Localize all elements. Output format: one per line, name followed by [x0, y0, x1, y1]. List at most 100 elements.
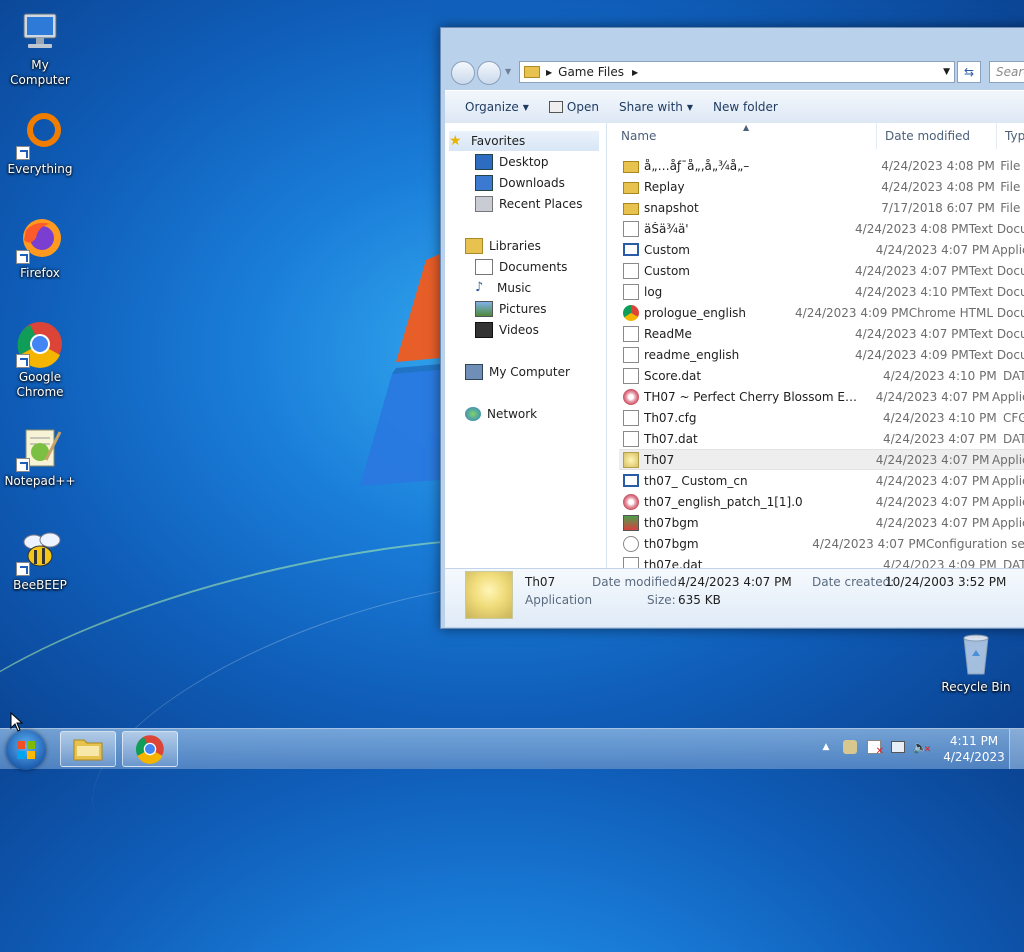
desktop-icon-firefox[interactable]: Firefox	[0, 216, 80, 281]
file-type: Text Document	[968, 347, 1024, 362]
file-row[interactable]: prologue_english 4/24/2023 4:09 PM Chrome …	[619, 302, 1024, 323]
action-center-icon[interactable]: ✕	[864, 735, 884, 759]
file-row[interactable]: Score.dat 4/24/2023 4:10 PM DAT File	[619, 365, 1024, 386]
file-name: Th07	[644, 452, 675, 467]
back-button[interactable]	[451, 61, 475, 85]
taskbar-chrome-button[interactable]	[122, 731, 178, 767]
nav-my-computer[interactable]: My Computer	[465, 362, 570, 382]
folder-icon	[73, 739, 103, 761]
details-size-label: Size:	[647, 593, 676, 607]
app-window-icon	[623, 474, 639, 487]
desktop-icon-notepad-plus-plus[interactable]: Notepad++	[0, 424, 80, 489]
file-date-modified: 4/24/2023 4:09 PM	[883, 557, 997, 569]
settings-file-icon	[623, 535, 639, 552]
desktop-icon-everything[interactable]: Everything	[0, 112, 80, 177]
taskbar-clock[interactable]: 4:11 PM 4/24/2023	[940, 733, 1008, 765]
breadcrumb-arrow-icon[interactable]: ▶	[632, 68, 638, 77]
blank-file-icon	[623, 430, 639, 447]
column-header-date-modified[interactable]: Date modified	[877, 123, 997, 149]
blank-file-icon	[623, 409, 639, 426]
file-row[interactable]: TH07 ~ Perfect Cherry Blossom English P.…	[619, 386, 1024, 407]
nav-pictures[interactable]: Pictures	[475, 299, 547, 319]
nav-videos[interactable]: Videos	[475, 320, 539, 340]
file-row[interactable]: Custom 4/24/2023 4:07 PMText Document	[619, 260, 1024, 281]
organize-button[interactable]: Organize ▼	[455, 91, 539, 123]
desktop-icon-recycle-bin[interactable]: Recycle Bin	[936, 630, 1016, 695]
file-type: Text Document	[968, 326, 1024, 341]
desktop-icon-beebeep[interactable]: BeeBEEP	[0, 528, 80, 593]
network-status-icon[interactable]	[888, 735, 908, 759]
file-row[interactable]: Replay 4/24/2023 4:08 PM File folder	[619, 176, 1024, 197]
refresh-button[interactable]: ⇆	[957, 61, 981, 83]
breadcrumb-game-files[interactable]: Game Files	[558, 65, 624, 79]
file-row[interactable]: th07_english_patch_1[1].0 4/24/2023 4:07 …	[619, 491, 1024, 512]
blank-file-icon	[623, 556, 639, 568]
nav-desktop[interactable]: Desktop	[475, 152, 549, 172]
nav-music[interactable]: ♪ Music	[475, 278, 531, 298]
new-folder-button[interactable]: New folder	[703, 91, 788, 123]
file-row[interactable]: th07bgm 4/24/2023 4:07 PMApplication	[619, 512, 1024, 533]
address-dropdown-icon[interactable]: ▼	[943, 67, 950, 77]
desktop-icon-google-chrome[interactable]: Google Chrome	[0, 320, 80, 400]
column-header-type[interactable]: Type	[997, 123, 1024, 149]
file-date-modified: 7/17/2018 6:07 PM	[881, 200, 995, 215]
text-file-icon	[623, 346, 639, 363]
nav-label: Libraries	[489, 239, 541, 253]
file-row[interactable]: log 4/24/2023 4:10 PMText Document	[619, 281, 1024, 302]
address-bar[interactable]: ▶ Game Files ▶ ▼	[519, 61, 955, 83]
show-desktop-button[interactable]	[1009, 729, 1024, 769]
file-row[interactable]: Th07.dat 4/24/2023 4:07 PM DAT File	[619, 428, 1024, 449]
nav-label: Videos	[499, 323, 539, 337]
nav-recent-places[interactable]: Recent Places	[475, 194, 582, 214]
game-app-icon	[623, 388, 639, 405]
recent-pages-dropdown[interactable]: ▼	[505, 67, 511, 76]
file-type: Chrome HTML Document	[908, 305, 1024, 320]
file-row[interactable]: å„…åƒ¯å„‚å„¾å„– 4/24/2023 4:08 PM File fol…	[619, 155, 1024, 176]
forward-button[interactable]	[477, 61, 501, 85]
computer-icon	[465, 364, 483, 380]
shortcut-arrow-icon	[16, 354, 30, 368]
share-with-button[interactable]: Share with ▼	[609, 91, 703, 123]
details-date-created-label: Date created:	[812, 575, 895, 589]
file-name: Th07.cfg	[644, 410, 697, 425]
file-name: Th07.dat	[644, 431, 698, 446]
nav-favorites[interactable]: ★ Favorites	[449, 131, 599, 151]
notepad-plus-plus-icon	[16, 424, 64, 472]
file-row[interactable]: th07bgm 4/24/2023 4:07 PM Configuration se…	[619, 533, 1024, 554]
file-name: readme_english	[644, 347, 740, 362]
file-row[interactable]: readme_english 4/24/2023 4:09 PM Text Docu…	[619, 344, 1024, 365]
file-row[interactable]: äŠä¾ä' 4/24/2023 4:08 PMText Document	[619, 218, 1024, 239]
text-file-icon	[623, 283, 639, 300]
file-row[interactable]: Th07 4/24/2023 4:07 PMApplication	[619, 449, 1024, 470]
file-row[interactable]: ReadMe 4/24/2023 4:07 PMText Document	[619, 323, 1024, 344]
chrome-icon	[135, 735, 164, 764]
nav-label: Documents	[499, 260, 568, 274]
nav-documents[interactable]: Documents	[475, 257, 567, 277]
taskbar-explorer-button[interactable]	[60, 731, 116, 767]
show-hidden-icons-button[interactable]: ▲	[816, 735, 836, 759]
column-header-name[interactable]: Name ▲	[607, 123, 877, 149]
open-button[interactable]: Open	[539, 91, 609, 123]
file-row[interactable]: Th07.cfg 4/24/2023 4:10 PM CFG File	[619, 407, 1024, 428]
sort-ascending-icon: ▲	[743, 123, 750, 132]
everything-search-icon	[16, 112, 64, 160]
nav-network[interactable]: Network	[465, 404, 537, 424]
file-date-modified: 4/24/2023 4:10 PM	[883, 368, 997, 383]
folder-icon	[623, 181, 639, 194]
desktop-icon-my-computer[interactable]: My Computer	[0, 8, 80, 88]
file-row[interactable]: th07_ Custom_cn 4/24/2023 4:07 PMApplicat…	[619, 470, 1024, 491]
start-button[interactable]	[6, 730, 46, 770]
file-row[interactable]: th07e.dat 4/24/2023 4:09 PM DAT File	[619, 554, 1024, 568]
volume-muted-icon[interactable]: 🔈 ✕	[912, 735, 932, 759]
file-row[interactable]: snapshot 7/17/2018 6:07 PM File folder	[619, 197, 1024, 218]
search-input[interactable]: Search	[989, 61, 1024, 83]
breadcrumb-arrow-icon[interactable]: ▶	[546, 68, 552, 77]
refresh-icon: ⇆	[963, 65, 975, 79]
file-row[interactable]: Custom 4/24/2023 4:07 PMApplication	[619, 239, 1024, 260]
nav-libraries[interactable]: Libraries	[465, 236, 541, 256]
file-date-modified: 4/24/2023 4:08 PM	[881, 179, 995, 194]
mouse-cursor-icon	[10, 711, 24, 735]
nav-downloads[interactable]: Downloads	[475, 173, 565, 193]
tray-app-icon[interactable]	[840, 735, 860, 759]
file-name: äŠä¾ä'	[644, 221, 689, 236]
